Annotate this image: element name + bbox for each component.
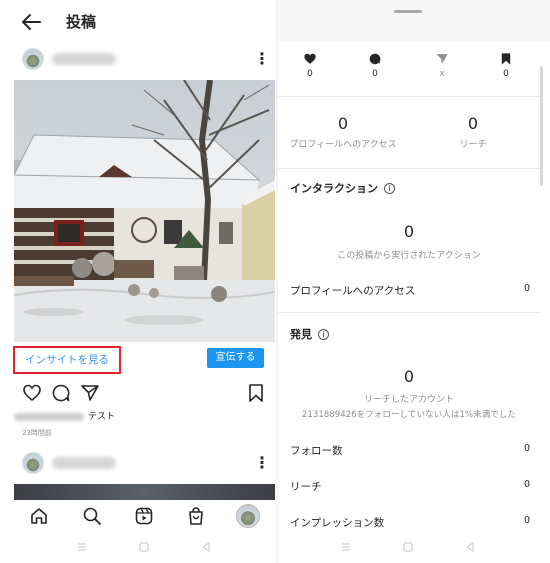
heart-icon[interactable] <box>22 383 42 403</box>
system-navigation-bar <box>0 533 276 563</box>
sheet-header <box>278 0 550 42</box>
post-header: ⋮ <box>0 48 276 74</box>
second-post-header: ⋮ <box>0 452 276 478</box>
profile-visits-value: 0 <box>337 114 349 133</box>
reach-label: リーチ <box>459 140 487 150</box>
avatar[interactable] <box>22 48 44 70</box>
row-value: 0 <box>523 283 530 294</box>
discovery-section-title: 発見 i <box>290 326 329 342</box>
menu-icon[interactable] <box>340 541 352 553</box>
home-icon[interactable] <box>29 506 49 526</box>
impressions-row: インプレッション数 0 <box>290 515 530 531</box>
interactions-value: 0 <box>403 222 415 241</box>
likes-count: 0 <box>307 69 313 79</box>
more-options-icon[interactable]: ⋮ <box>254 50 270 68</box>
saves-count: 0 <box>503 69 509 79</box>
top-bar: 投稿 <box>0 0 276 44</box>
shop-icon[interactable] <box>186 506 206 526</box>
reach-row: リーチ 0 <box>290 479 530 495</box>
search-icon[interactable] <box>82 506 102 526</box>
interactions-section-title: インタラクション i <box>290 180 395 196</box>
send-icon[interactable] <box>80 383 100 403</box>
bottom-navigation <box>0 500 276 532</box>
back-triangle-icon[interactable] <box>464 541 476 553</box>
bookmark-icon[interactable] <box>246 383 266 403</box>
comments-count: 0 <box>372 69 378 79</box>
profile-visits-summary: 0 プロフィールへのアクセス <box>278 114 408 150</box>
screenshot-frame: 投稿 ⋮ インサイトを見る 宣伝する テスト 23時間前 ⋮ 0 0 x 0 0… <box>0 0 550 563</box>
username-blurred[interactable] <box>52 53 116 65</box>
discovery-title-text: 発見 <box>290 328 312 341</box>
interactions-title-text: インタラクション <box>290 182 378 195</box>
send-icon <box>436 54 448 64</box>
profile-avatar-icon[interactable] <box>236 504 260 528</box>
system-navigation-bar <box>278 533 550 563</box>
avatar[interactable] <box>22 452 44 474</box>
row-value: 0 <box>523 479 530 490</box>
likes-stat: 0 <box>290 52 330 79</box>
insight-action-row: インサイトを見る 宣伝する <box>0 346 276 374</box>
row-label: インプレッション数 <box>290 517 385 529</box>
back-triangle-icon[interactable] <box>200 541 212 553</box>
reach-value: 0 <box>467 114 479 133</box>
page-title: 投稿 <box>66 13 97 31</box>
back-arrow-icon[interactable] <box>20 11 44 33</box>
post-caption: テスト <box>14 409 115 422</box>
comment-icon <box>369 53 381 65</box>
heart-icon <box>304 53 316 64</box>
interactions-profile-visits-row: プロフィールへのアクセス 0 <box>290 283 530 299</box>
interactions-caption: この投稿から実行されたアクション <box>337 251 481 261</box>
post-screen: 投稿 ⋮ インサイトを見る 宣伝する テスト 23時間前 ⋮ <box>0 0 276 563</box>
discovery-subcaption: 2131889426をフォローしていない人は1%未満でした <box>301 410 517 420</box>
row-label: フォロー数 <box>290 445 343 457</box>
post-timestamp: 23時間前 <box>22 429 52 437</box>
comments-stat: 0 <box>355 52 395 79</box>
divider-line <box>278 168 540 169</box>
comment-icon[interactable] <box>51 383 71 403</box>
sheet-drag-handle[interactable] <box>394 10 422 13</box>
reels-icon[interactable] <box>134 506 154 526</box>
more-options-icon[interactable]: ⋮ <box>254 454 270 472</box>
divider-line <box>278 312 540 313</box>
home-square-icon[interactable] <box>138 541 150 553</box>
second-post-photo[interactable] <box>14 484 275 500</box>
divider-line <box>278 96 540 97</box>
insights-sheet: 0 0 x 0 0 プロフィールへのアクセス 0 リーチ インタラクション i … <box>278 0 550 563</box>
caption-username-blurred[interactable] <box>14 412 84 421</box>
discovery-caption: リーチしたアカウント <box>363 395 454 405</box>
info-icon[interactable]: i <box>384 183 395 194</box>
follows-row: フォロー数 0 <box>290 443 530 459</box>
saves-stat: 0 <box>486 52 526 79</box>
scrollbar[interactable] <box>540 66 543 186</box>
info-icon[interactable]: i <box>318 329 329 340</box>
post-photo-image <box>14 80 275 342</box>
menu-icon[interactable] <box>76 541 88 553</box>
row-label: プロフィールへのアクセス <box>290 285 416 297</box>
bookmark-icon <box>501 53 511 65</box>
profile-visits-label: プロフィールへのアクセス <box>289 140 397 150</box>
row-value: 0 <box>523 443 530 454</box>
caption-text: テスト <box>88 412 116 422</box>
home-square-icon[interactable] <box>402 541 414 553</box>
shares-count: x <box>439 69 445 79</box>
row-label: リーチ <box>290 481 322 493</box>
promote-button[interactable]: 宣伝する <box>207 348 264 368</box>
reach-summary: 0 リーチ <box>408 114 538 150</box>
engagement-stats: 0 0 x 0 <box>278 52 540 88</box>
discovery-value: 0 <box>403 367 415 386</box>
shares-stat: x <box>422 52 462 79</box>
username-blurred[interactable] <box>52 457 116 469</box>
post-photo[interactable] <box>14 80 275 342</box>
view-insights-button[interactable]: インサイトを見る <box>13 346 121 374</box>
post-action-icons <box>0 382 276 404</box>
row-value: 0 <box>523 515 530 526</box>
